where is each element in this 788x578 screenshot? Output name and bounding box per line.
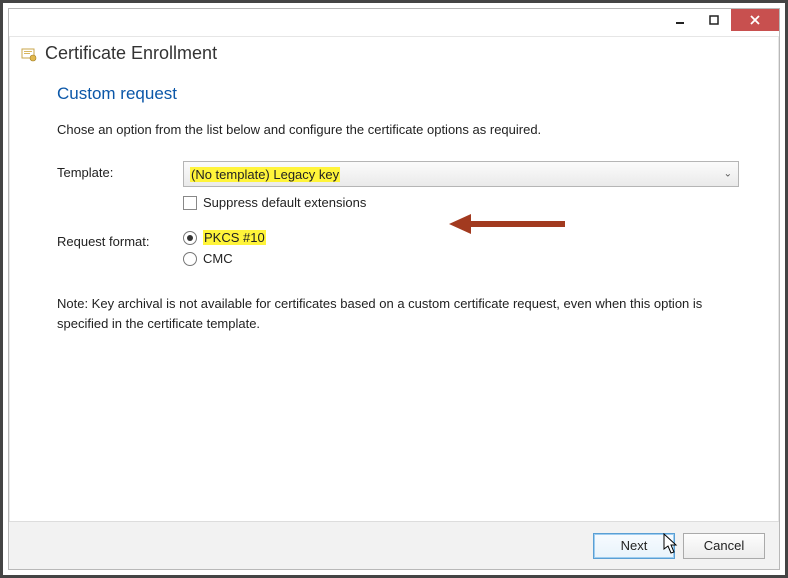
footer: Next Cancel <box>9 521 779 569</box>
template-dropdown[interactable]: (No template) Legacy key ⌄ <box>183 161 739 187</box>
format-label: Request format: <box>57 230 183 249</box>
template-label: Template: <box>57 161 183 180</box>
cmc-radio[interactable] <box>183 252 197 266</box>
cancel-button[interactable]: Cancel <box>683 533 765 559</box>
pkcs10-label: PKCS #10 <box>203 230 266 245</box>
template-value: (No template) Legacy key <box>190 167 340 182</box>
wizard-title: Certificate Enrollment <box>45 43 217 64</box>
suppress-checkbox[interactable] <box>183 196 197 210</box>
note-text: Note: Key archival is not available for … <box>57 294 739 333</box>
close-button[interactable] <box>731 9 779 31</box>
wizard-header: Certificate Enrollment <box>9 37 779 78</box>
content-area: Custom request Chose an option from the … <box>9 78 779 521</box>
suppress-label: Suppress default extensions <box>203 195 366 210</box>
minimize-button[interactable] <box>663 9 697 31</box>
titlebar <box>9 9 779 37</box>
section-title: Custom request <box>57 84 739 104</box>
pkcs10-radio[interactable] <box>183 231 197 245</box>
next-button[interactable]: Next <box>593 533 675 559</box>
instruction-text: Chose an option from the list below and … <box>57 122 739 137</box>
certificate-enrollment-window: Certificate Enrollment Custom request Ch… <box>8 8 780 570</box>
chevron-down-icon: ⌄ <box>724 169 732 180</box>
maximize-button[interactable] <box>697 9 731 31</box>
cmc-label: CMC <box>203 251 233 266</box>
certificate-icon <box>21 46 37 62</box>
